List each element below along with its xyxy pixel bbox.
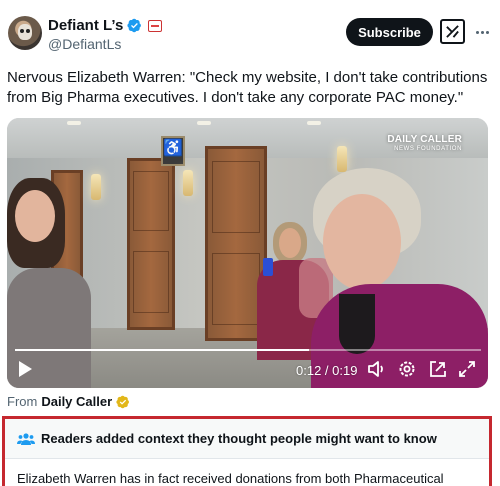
video-time: 0:12 / 0:19 — [296, 363, 358, 378]
more-options-icon[interactable] — [473, 22, 491, 42]
gold-verified-badge-icon — [116, 395, 130, 408]
post-text: Nervous Elizabeth Warren: "Check my webs… — [7, 69, 488, 106]
community-note[interactable]: Readers added context they thought peopl… — [2, 416, 492, 486]
grok-icon[interactable] — [440, 19, 465, 44]
community-note-body: Elizabeth Warren has in fact received do… — [17, 471, 444, 486]
video-frame — [7, 118, 488, 388]
watermark-brand: DAILY CALLER — [387, 134, 462, 145]
phone-in-hand — [263, 258, 273, 276]
people-icon — [17, 432, 35, 445]
affiliate-badge-icon — [148, 19, 163, 32]
subscribe-button[interactable]: Subscribe — [346, 18, 433, 46]
fullscreen-icon[interactable] — [457, 359, 477, 379]
source-prefix: From — [7, 394, 38, 409]
video-progress-fill — [15, 349, 309, 351]
author-handle[interactable]: @DefiantLs — [48, 36, 121, 52]
picture-in-picture-icon[interactable] — [428, 359, 448, 379]
video-watermark: DAILY CALLER NEWS FOUNDATION — [387, 134, 462, 152]
video-controls: 0:12 / 0:19 — [7, 354, 488, 386]
video-source: From Daily Caller — [7, 394, 130, 409]
author-name-row: Defiant L’s — [48, 17, 163, 34]
post-header: Defiant L’s @DefiantLs Subscribe — [0, 0, 500, 62]
community-note-header: Readers added context they thought peopl… — [5, 419, 489, 459]
source-name-link[interactable]: Daily Caller — [41, 394, 112, 409]
play-icon[interactable] — [17, 360, 33, 378]
avatar[interactable] — [8, 16, 42, 50]
community-note-title: Readers added context they thought peopl… — [41, 431, 437, 446]
watermark-sub: NEWS FOUNDATION — [394, 146, 462, 152]
verified-badge-icon — [127, 18, 142, 33]
settings-icon[interactable] — [397, 359, 417, 379]
volume-icon[interactable] — [367, 359, 387, 379]
video-player[interactable]: DAILY CALLER NEWS FOUNDATION 0:12 / 0:19 — [7, 118, 488, 388]
skull-avatar-icon — [18, 24, 32, 40]
grok-glyph-icon — [446, 25, 459, 38]
author-display-name[interactable]: Defiant L’s — [48, 17, 123, 34]
video-progress-bar[interactable] — [15, 349, 481, 351]
